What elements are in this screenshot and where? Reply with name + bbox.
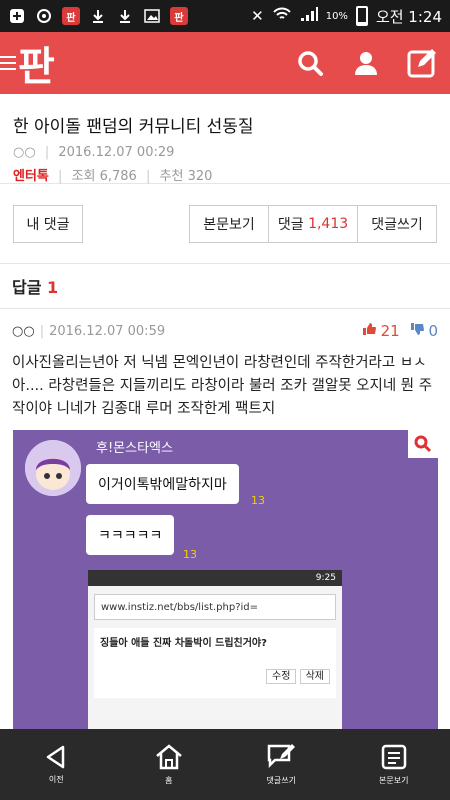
comments-label: 댓글 (277, 217, 304, 233)
add-icon (8, 7, 26, 25)
dislike-button[interactable]: 0 (410, 322, 438, 340)
nav-body-label: 본문보기 (379, 776, 409, 785)
write-icon[interactable] (406, 47, 438, 79)
reply-label: 답글 (12, 278, 42, 297)
reply-date: 2016.12.07 00:59 (49, 323, 166, 339)
view-count: 조회 6,786 (71, 169, 137, 184)
signal-icon (300, 6, 318, 26)
gallery-icon (143, 7, 161, 25)
bottom-nav: 이전 홈 댓글쓰기 본문보기 (0, 729, 450, 800)
app-notification-icon (35, 7, 53, 25)
phone-edit: 수정 (266, 669, 297, 684)
phone-time: 9:25 (315, 573, 336, 583)
recommend-count: 추천 320 (159, 169, 213, 184)
dislike-count: 0 (428, 322, 438, 340)
download-icon (89, 7, 107, 25)
clock: 오전 1:24 (375, 7, 442, 26)
reply-section-header: 답글 1 (0, 264, 450, 309)
attached-image[interactable]: 후!몬스타엑스 이거이톡밖에말하지마 13 ㅋㅋㅋㅋㅋ 13 9:25 www.… (13, 430, 438, 730)
reply-text: 이사진올리는년아 저 닉넴 몬엑인년이 라창련인데 주작한거라고 ㅂㅅ아....… (12, 355, 433, 417)
chat-room-name: 후!몬스타엑스 (96, 441, 173, 456)
home-icon (155, 744, 182, 770)
top-app-bar: 판 (0, 32, 450, 94)
nav-home[interactable]: 홈 (113, 729, 226, 800)
screenshot-phone: 9:25 www.instiz.net/bbs/list.php?id= 징들아… (88, 570, 342, 730)
user-icon[interactable] (350, 47, 382, 79)
pann-app-icon: 판 (62, 7, 80, 25)
mute-icon: ✕ (251, 7, 264, 25)
chat-avatar (25, 440, 81, 496)
like-count: 21 (380, 322, 400, 340)
article-header: 한 아이돌 팬덤의 커뮤니티 선동질 ○○ | 2016.12.07 00:29… (0, 94, 450, 184)
like-button[interactable]: 21 (362, 322, 400, 340)
my-comments-button[interactable]: 내 댓글 (13, 205, 83, 243)
thumbs-down-icon (410, 323, 424, 335)
phone-delete: 삭제 (299, 669, 330, 684)
article-author[interactable]: ○○ (13, 145, 36, 160)
nav-back[interactable]: 이전 (0, 729, 113, 800)
phone-post-title: 징들아 애들 진짜 차돌박이 드립친거야? (100, 638, 267, 649)
reply-meta: ○○ | 2016.12.07 00:59 21 0 (12, 322, 438, 340)
action-buttons: 내 댓글 본문보기 댓글 1,413 댓글쓰기 (0, 184, 450, 264)
battery-percent: 10% (325, 10, 348, 22)
chat-bubble: ㅋㅋㅋㅋㅋ (86, 515, 175, 555)
nav-back-label: 이전 (48, 775, 64, 784)
article-stats: 엔터톡 | 조회 6,786 | 추천 320 (13, 169, 213, 184)
article-date: 2016.12.07 00:29 (58, 145, 175, 160)
back-icon (47, 745, 65, 769)
zoom-icon[interactable] (408, 430, 438, 458)
pann-logo[interactable]: 판 (18, 34, 55, 92)
phone-url-bar: www.instiz.net/bbs/list.php?id= (94, 594, 336, 620)
nav-home-label: 홈 (165, 776, 173, 785)
nav-write[interactable]: 댓글쓰기 (225, 729, 338, 800)
nav-write-label: 댓글쓰기 (266, 776, 296, 785)
nav-body[interactable]: 본문보기 (338, 729, 450, 800)
reply-count: 1 (47, 278, 59, 297)
thumbs-up-icon (362, 323, 376, 335)
download-icon (116, 7, 134, 25)
write-comment-button[interactable]: 댓글쓰기 (357, 205, 437, 243)
pann-app-icon: 판 (170, 7, 188, 25)
comments-button[interactable]: 댓글 1,413 (268, 205, 358, 243)
comments-count: 1,413 (308, 216, 349, 232)
phone-status-bar: 9:25 (88, 570, 342, 586)
article-title: 한 아이돌 팬덤의 커뮤니티 선동질 (13, 117, 254, 137)
phone-post-card: 징들아 애들 진짜 차돌박이 드립친거야? 수정 삭제 (94, 628, 336, 698)
document-icon (381, 744, 406, 770)
chat-bubble: 이거이톡밖에말하지마 (86, 464, 239, 504)
status-bar: 판 판 ✕ 10% 오전 1:24 (0, 0, 450, 32)
battery-icon (355, 6, 368, 26)
unread-count: 13 (183, 548, 197, 561)
category-link[interactable]: 엔터톡 (13, 169, 49, 184)
comment-write-icon (268, 744, 296, 769)
reply-author[interactable]: ○○ (12, 324, 35, 339)
unread-count: 13 (251, 494, 265, 507)
view-body-button[interactable]: 본문보기 (189, 205, 269, 243)
menu-icon[interactable] (0, 56, 16, 70)
article-meta: ○○ | 2016.12.07 00:29 (13, 145, 175, 160)
search-icon[interactable] (294, 47, 326, 79)
wifi-icon (272, 6, 292, 26)
